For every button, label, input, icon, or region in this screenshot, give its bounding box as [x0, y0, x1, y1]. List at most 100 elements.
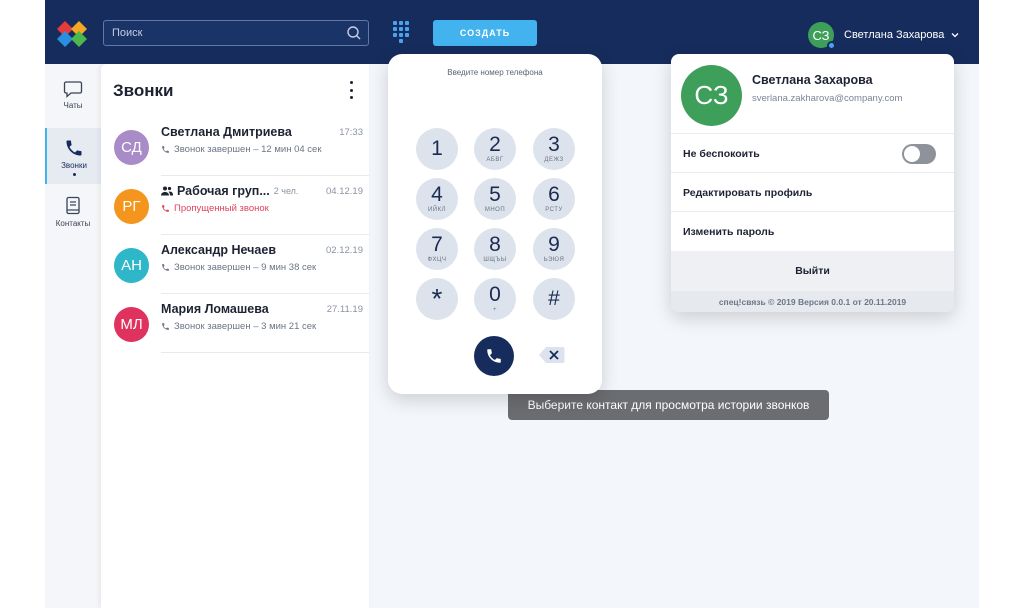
key-digit: * [431, 283, 443, 314]
search-input[interactable] [112, 24, 342, 42]
side-nav: Чаты Звонки Контакты [45, 64, 101, 608]
contacts-book-icon [66, 196, 80, 215]
app-logo [57, 21, 87, 47]
change-password-item[interactable]: Изменить пароль [671, 211, 954, 251]
call-button[interactable] [474, 336, 514, 376]
logout-button[interactable]: Выйти [671, 251, 954, 291]
key-letters: ЬЭЮЯ [543, 256, 565, 263]
dialpad-key-6[interactable]: 6 РСТУ [533, 178, 575, 220]
call-list-item[interactable]: СД Светлана Дмитриева 17:33 Звонок завер… [101, 117, 369, 176]
dialpad-key-star[interactable]: * [416, 278, 458, 320]
key-digit: 9 [548, 232, 560, 256]
key-digit: 1 [431, 137, 443, 160]
dialpad-key-9[interactable]: 9 ЬЭЮЯ [533, 228, 575, 270]
key-digit: 8 [489, 232, 501, 256]
contact-name: Рабочая груп... 2 чел. [161, 184, 298, 198]
app-window: СОЗДАТЬ СЗ Светлана Захарова Чаты Звонки [45, 0, 979, 608]
chevron-down-icon [951, 33, 959, 38]
call-time: 27.11.19 [326, 304, 363, 315]
group-icon [161, 186, 173, 196]
members-count: 2 чел. [273, 186, 299, 196]
call-status: Звонок завершен – 12 мин 04 сек [161, 144, 321, 155]
empty-state-hint: Выберите контакт для просмотра истории з… [508, 390, 829, 420]
contact-name-text: Рабочая груп... [177, 184, 270, 198]
phone-icon [487, 349, 501, 363]
phone-icon [66, 140, 82, 156]
page-title: Звонки [113, 81, 174, 100]
key-digit: 6 [548, 182, 560, 206]
call-time: 17:33 [339, 127, 363, 138]
key-letters: РСТУ [545, 206, 563, 213]
contact-name: Александр Нечаев [161, 243, 277, 257]
avatar: МЛ [114, 307, 149, 342]
call-status-text: Пропущенный звонок [174, 203, 269, 214]
do-not-disturb-label: Не беспокоить [683, 147, 760, 160]
phone-icon [162, 323, 169, 330]
key-digit: # [548, 287, 560, 310]
call-status: Звонок завершен – 9 мин 38 сек [161, 262, 316, 273]
contact-name: Светлана Дмитриева [161, 125, 292, 139]
nav-label-chats: Чаты [63, 101, 83, 110]
nav-item-chats[interactable]: Чаты [45, 70, 101, 126]
dialpad-key-0[interactable]: 0 + [474, 278, 516, 320]
create-button[interactable]: СОЗДАТЬ [433, 20, 537, 46]
search-box[interactable] [103, 20, 369, 46]
key-letters: ШЩЪЫ [483, 256, 507, 263]
phone-number-prompt: Введите номер телефона [447, 68, 543, 77]
avatar: СЗ [808, 22, 836, 50]
call-status: Пропущенный звонок [161, 203, 269, 214]
avatar: АН [114, 248, 149, 283]
call-list-item[interactable]: МЛ Мария Ломашева 27.11.19 Звонок заверш… [101, 294, 369, 353]
dialpad-key-2[interactable]: 2 АБВГ [474, 128, 516, 170]
dialpad-key-8[interactable]: 8 ШЩЪЫ [474, 228, 516, 270]
key-letters: ИЙКЛ [427, 206, 447, 213]
key-letters: АБВГ [486, 156, 504, 163]
do-not-disturb-toggle[interactable] [902, 144, 936, 164]
user-name: Светлана Захарова [844, 29, 945, 41]
call-list-item[interactable]: АН Александр Нечаев 02.12.19 Звонок заве… [101, 235, 369, 294]
phone-icon [162, 146, 169, 153]
dialpad-key-5[interactable]: 5 МНОП [474, 178, 516, 220]
nav-item-contacts[interactable]: Контакты [45, 186, 101, 242]
avatar: РГ [114, 189, 149, 224]
key-digit: 0 [489, 282, 501, 306]
calls-panel: Звонки СД Светлана Дмитриева 17:33 Звоно… [101, 64, 369, 608]
key-digit: 3 [548, 132, 560, 156]
key-letters: МНОП [484, 206, 506, 213]
nav-item-calls[interactable]: Звонки [45, 128, 101, 184]
key-digit: 2 [489, 132, 501, 156]
call-status-text: Звонок завершен – 3 мин 21 сек [174, 321, 317, 332]
dialpad-key-7[interactable]: 7 ФХЦЧ [416, 228, 458, 270]
call-time: 02.12.19 [326, 245, 363, 256]
key-letters: ФХЦЧ [427, 256, 447, 263]
profile-email: sverlana.zakharova@company.com [752, 93, 903, 104]
key-letters: ДЕЖЗ [544, 156, 564, 163]
avatar: СЗ [681, 65, 742, 126]
dialpad-key-hash[interactable]: # [533, 278, 575, 320]
profile-popup: СЗ Светлана Захарова sverlana.zakharova@… [671, 54, 954, 312]
nav-label-calls: Звонки [61, 161, 87, 170]
call-status-text: Звонок завершен – 9 мин 38 сек [174, 262, 317, 273]
dialpad-toggle-button[interactable] [392, 20, 410, 44]
toggle-knob [904, 146, 920, 162]
nav-label-contacts: Контакты [55, 219, 91, 228]
do-not-disturb-row: Не беспокоить [671, 133, 954, 173]
call-status: Звонок завершен – 3 мин 21 сек [161, 321, 316, 332]
divider [161, 352, 369, 353]
call-time: 04.12.19 [326, 186, 363, 197]
dialpad-key-4[interactable]: 4 ИЙКЛ [416, 178, 458, 220]
backspace-icon[interactable] [538, 345, 566, 365]
dialpad-key-3[interactable]: 3 ДЕЖЗ [533, 128, 575, 170]
user-menu[interactable]: СЗ Светлана Захарова [808, 22, 960, 50]
dialpad-key-1[interactable]: 1 [416, 128, 458, 170]
search-icon[interactable] [346, 25, 362, 41]
key-digit: 4 [431, 182, 443, 206]
status-dot [827, 41, 836, 50]
more-options-icon[interactable] [346, 81, 356, 99]
key-letters: + [492, 306, 497, 313]
profile-name: Светлана Захарова [752, 73, 873, 87]
missed-call-icon [162, 205, 169, 212]
contact-name: Мария Ломашева [161, 302, 269, 316]
edit-profile-item[interactable]: Редактировать профиль [671, 172, 954, 212]
call-list-item[interactable]: РГ Рабочая груп... 2 чел. 04.12.19 Пропу… [101, 176, 369, 235]
